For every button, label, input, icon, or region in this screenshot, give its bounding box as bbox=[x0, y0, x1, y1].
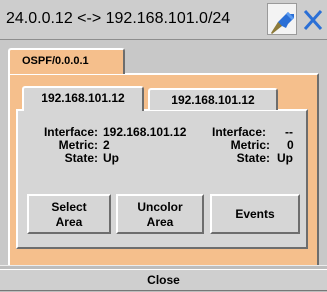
pin-button[interactable] bbox=[267, 3, 297, 35]
select-area-button[interactable]: Select Area bbox=[27, 194, 111, 234]
right-state-value: Up bbox=[277, 151, 293, 165]
uncolor-area-button[interactable]: Uncolor Area bbox=[116, 194, 204, 234]
tab-interface-2-label: 192.168.101.12 bbox=[171, 93, 255, 107]
left-state-value: Up bbox=[103, 151, 119, 165]
pin-icon bbox=[271, 12, 294, 34]
tab-interface-1-label: 192.168.101.12 bbox=[41, 91, 125, 105]
select-area-label: Select Area bbox=[51, 199, 87, 229]
events-button[interactable]: Events bbox=[210, 194, 300, 234]
left-interface-value: 192.168.101.12 bbox=[103, 125, 187, 139]
tab-ospf[interactable]: OSPF/0.0.0.1 bbox=[8, 48, 125, 74]
uncolor-area-label: Uncolor Area bbox=[137, 199, 183, 229]
window-title: 24.0.0.12 <-> 192.168.101.0/24 bbox=[6, 10, 231, 27]
close-window-button[interactable] bbox=[301, 3, 325, 35]
tab-interface-1[interactable]: 192.168.101.12 bbox=[22, 86, 144, 111]
tab-interface-2[interactable]: 192.168.101.12 bbox=[148, 88, 278, 110]
events-label: Events bbox=[235, 207, 275, 221]
close-button[interactable]: Close bbox=[0, 269, 327, 291]
tab-ospf-label: OSPF/0.0.0.1 bbox=[22, 55, 89, 67]
right-state-label: State: bbox=[236, 151, 270, 165]
bottom-bar: Close bbox=[0, 265, 327, 292]
title-bar: 24.0.0.12 <-> 192.168.101.0/24 bbox=[0, 0, 327, 40]
left-state-label: State: bbox=[64, 151, 98, 165]
close-icon bbox=[303, 10, 323, 30]
